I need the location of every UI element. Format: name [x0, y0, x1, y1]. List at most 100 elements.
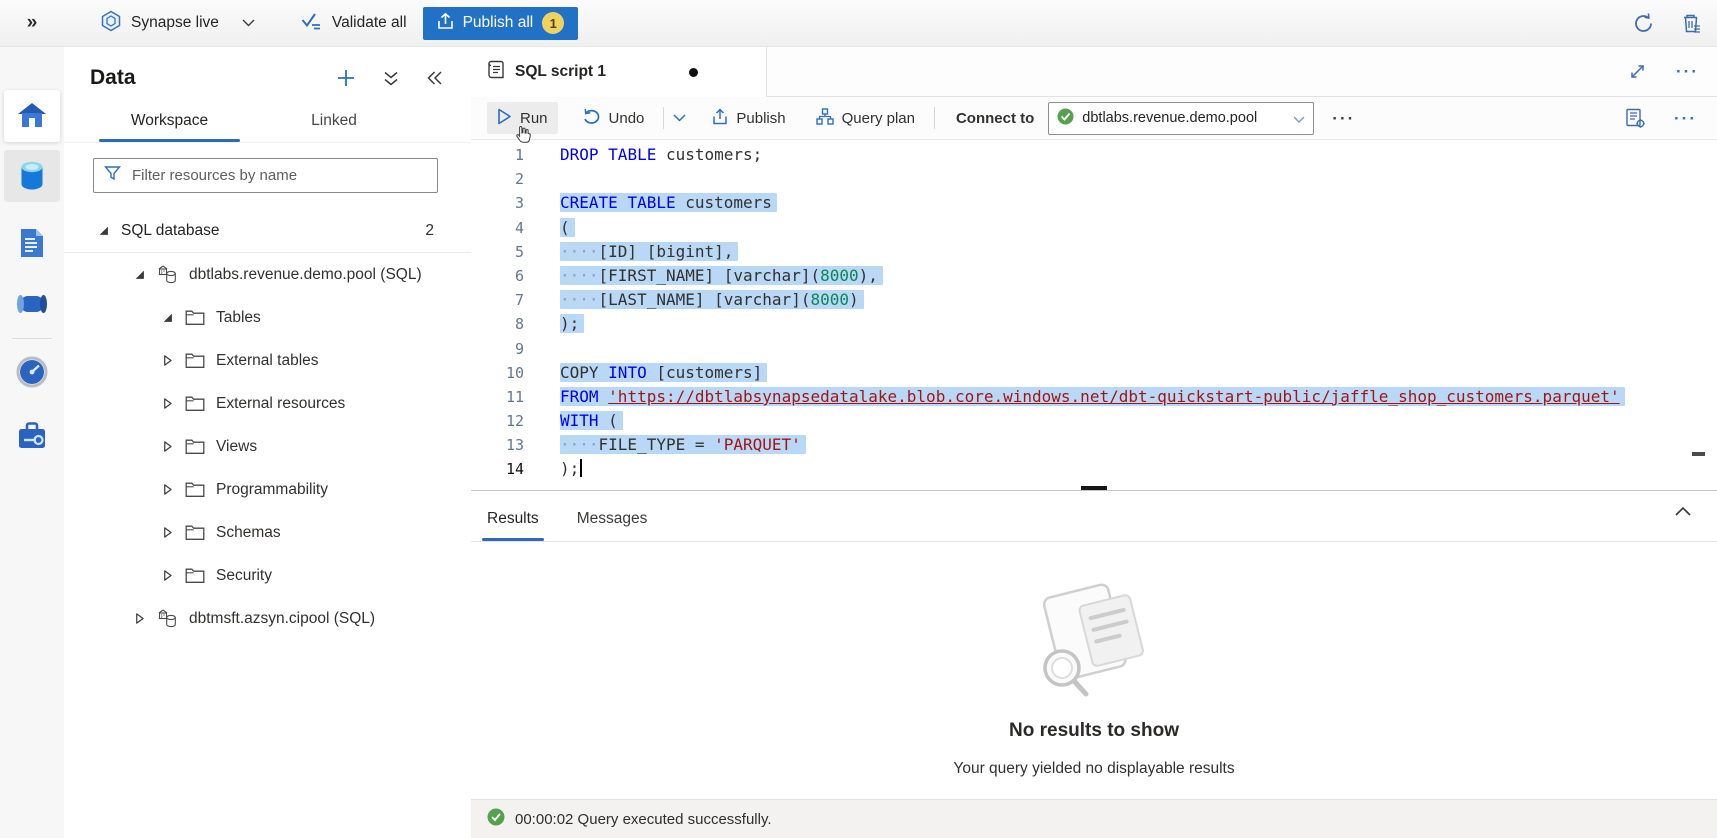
text-cursor	[580, 459, 582, 477]
code-line-5[interactable]: 5····[ID] [bigint],	[471, 240, 1717, 264]
tab-messages[interactable]: Messages	[577, 510, 648, 541]
undo-icon	[582, 108, 601, 129]
tree-item-schemas[interactable]: Schemas	[64, 511, 471, 554]
nav-monitor-icon[interactable]	[4, 346, 60, 398]
line-number: 13	[471, 433, 532, 457]
line-number: 12	[471, 409, 532, 433]
tree-expanded-icon[interactable]	[98, 225, 110, 236]
nav-home-icon[interactable]	[4, 90, 60, 142]
collapse-results-icon[interactable]	[1675, 506, 1691, 516]
code-line-4[interactable]: 4(	[471, 216, 1717, 240]
expand-editor-icon[interactable]	[1629, 63, 1646, 80]
discard-trash-icon[interactable]	[1681, 12, 1703, 35]
connect-more-icon[interactable]: ···	[1332, 110, 1355, 127]
code-line-14[interactable]: 14);	[471, 457, 1717, 481]
tree-item-external-tables[interactable]: External tables	[64, 339, 471, 382]
tab-results[interactable]: Results	[487, 510, 539, 541]
tree-item-external-resources[interactable]: External resources	[64, 382, 471, 425]
nav-manage-icon[interactable]	[4, 410, 60, 462]
run-button[interactable]: Run	[487, 102, 558, 134]
sql-code-editor[interactable]: 1DROP TABLE customers;23CREATE TABLE cus…	[471, 140, 1717, 491]
left-nav-rail	[0, 46, 65, 838]
code-line-2[interactable]: 2	[471, 167, 1717, 191]
nav-integrate-icon[interactable]	[4, 278, 60, 330]
pool-icon	[157, 264, 178, 285]
tree-collapsed-icon[interactable]	[162, 398, 174, 409]
tab-workspace[interactable]: Workspace	[91, 104, 248, 142]
expand-menu-icon[interactable]: »	[0, 12, 64, 34]
code-line-10[interactable]: 10COPY INTO [customers]	[471, 361, 1717, 385]
collapse-all-icon[interactable]	[383, 70, 399, 87]
tree-collapsed-icon[interactable]	[162, 441, 174, 452]
filter-input[interactable]	[130, 166, 427, 185]
run-label: Run	[520, 110, 548, 127]
top-command-bar: » Synapse live Validate all Publish all …	[0, 0, 1717, 47]
code-line-8[interactable]: 8);	[471, 312, 1717, 336]
overview-ruler-mark	[1692, 452, 1705, 456]
folder-icon	[185, 438, 205, 455]
line-number: 7	[471, 288, 532, 312]
line-number: 2	[471, 167, 532, 191]
tree-item-views[interactable]: Views	[64, 425, 471, 468]
folder-icon	[185, 567, 205, 584]
connect-to-dropdown[interactable]: dbtlabs.revenue.demo.pool	[1048, 102, 1314, 135]
code-line-11[interactable]: 11FROM 'https://dbtlabsynapsedatalake.bl…	[471, 385, 1717, 409]
folder-icon	[185, 352, 205, 369]
validate-label: Validate all	[332, 14, 407, 32]
tree-expanded-icon[interactable]	[162, 312, 174, 323]
document-tab-bar: SQL script 1 ···	[471, 46, 1717, 97]
tab-sql-script-1[interactable]: SQL script 1	[471, 46, 767, 97]
query-status-bar: 00:00:02 Query executed successfully.	[471, 799, 1717, 838]
publish-all-button[interactable]: Publish all 1	[423, 7, 579, 40]
validate-all-button[interactable]: Validate all	[301, 12, 407, 35]
toolbar-more-icon[interactable]: ···	[1674, 110, 1697, 127]
mode-selector[interactable]: Synapse live	[100, 10, 255, 37]
results-panel: No results to show Your query yielded no…	[471, 542, 1717, 799]
query-plan-button[interactable]: Query plan	[806, 102, 925, 134]
tab-linked[interactable]: Linked	[248, 104, 420, 142]
line-number: 10	[471, 361, 532, 385]
tab-more-icon[interactable]: ···	[1676, 63, 1699, 80]
publish-button[interactable]: Publish	[702, 102, 795, 134]
collapse-panel-icon[interactable]	[426, 70, 443, 86]
tree-item-programmability[interactable]: Programmability	[64, 468, 471, 511]
code-line-13[interactable]: 13····FILE_TYPE = 'PARQUET'	[471, 433, 1717, 457]
tree-item-label: Schemas	[216, 524, 281, 542]
tree-collapsed-icon[interactable]	[134, 613, 146, 624]
tree-item-label: dbtmsft.azsyn.cipool (SQL)	[189, 610, 375, 628]
line-number: 11	[471, 385, 532, 409]
publish-icon	[712, 108, 728, 129]
tree-collapsed-icon[interactable]	[162, 484, 174, 495]
selected-pool-name: dbtlabs.revenue.demo.pool	[1082, 110, 1285, 126]
tree-item-dbtlabs-revenue-demo-pool-sql[interactable]: dbtlabs.revenue.demo.pool (SQL)	[64, 253, 471, 296]
unsaved-changes-dot	[689, 68, 698, 77]
properties-icon[interactable]	[1625, 108, 1646, 129]
tree-item-tables[interactable]: Tables	[64, 296, 471, 339]
tree-collapsed-icon[interactable]	[162, 527, 174, 538]
add-resource-icon[interactable]	[336, 68, 356, 88]
code-line-6[interactable]: 6····[FIRST_NAME] [varchar](8000),	[471, 264, 1717, 288]
nav-data-icon[interactable]	[4, 150, 60, 202]
code-line-3[interactable]: 3CREATE TABLE customers	[471, 191, 1717, 215]
undo-button[interactable]: Undo	[572, 102, 655, 134]
status-success-icon	[487, 808, 505, 830]
tree-expanded-icon[interactable]	[134, 269, 146, 280]
code-line-9[interactable]: 9	[471, 337, 1717, 361]
code-line-12[interactable]: 12WITH (	[471, 409, 1717, 433]
undo-redo-chevron-icon[interactable]	[673, 114, 686, 122]
toolbar-separator-2	[934, 107, 935, 129]
tree-item-security[interactable]: Security	[64, 554, 471, 597]
tree-collapsed-icon[interactable]	[162, 570, 174, 581]
nav-develop-icon[interactable]	[4, 217, 60, 269]
refresh-icon[interactable]	[1632, 12, 1655, 35]
sql-script-icon	[485, 59, 505, 85]
filter-box	[93, 158, 438, 193]
mode-label: Synapse live	[131, 14, 219, 32]
tree-item-sql-database[interactable]: SQL database2	[64, 209, 471, 253]
code-line-1[interactable]: 1DROP TABLE customers;	[471, 143, 1717, 167]
tree-item-dbtmsft-azsyn-cipool-sql[interactable]: dbtmsft.azsyn.cipool (SQL)	[64, 597, 471, 640]
chevron-down-icon	[242, 14, 255, 32]
synapse-studio-app: » Synapse live Validate all Publish all …	[0, 0, 1717, 838]
tree-collapsed-icon[interactable]	[162, 355, 174, 366]
code-line-7[interactable]: 7····[LAST_NAME] [varchar](8000)	[471, 288, 1717, 312]
